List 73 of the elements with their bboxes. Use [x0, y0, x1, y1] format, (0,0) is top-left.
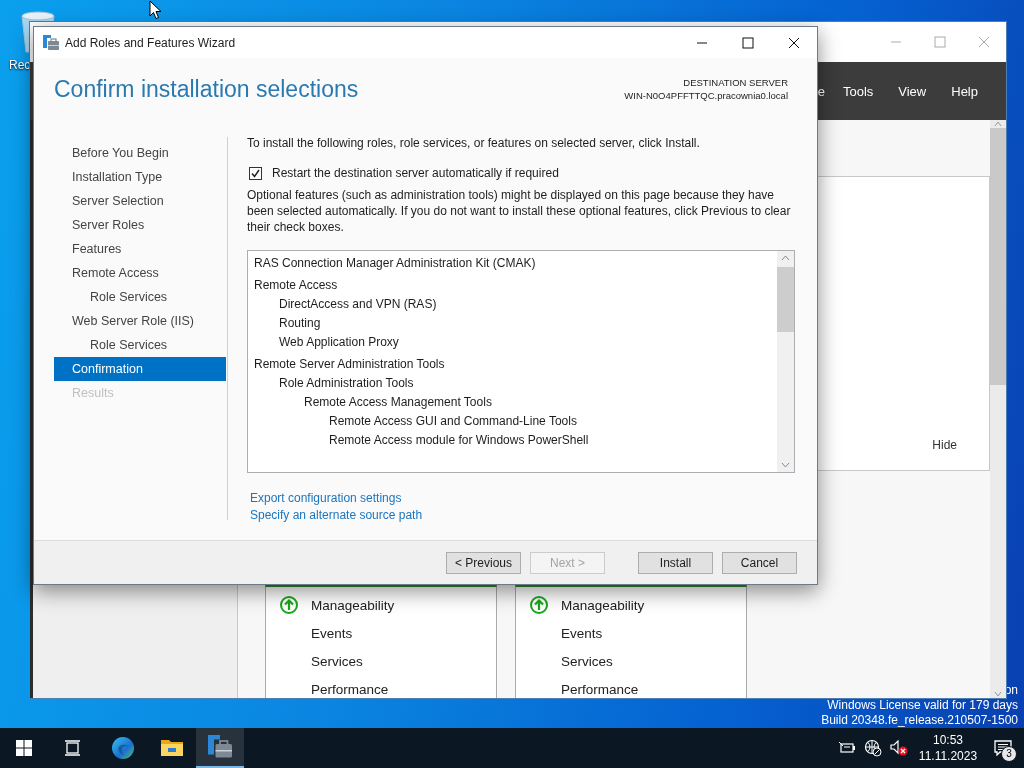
globe-icon[interactable] — [864, 739, 882, 757]
taskbar-button[interactable] — [196, 728, 244, 768]
wizard-step[interactable]: Remote Access — [54, 261, 226, 285]
maximize-icon — [934, 36, 946, 48]
status-item[interactable]: Performance — [311, 681, 389, 697]
scroll-up-icon — [994, 120, 1002, 128]
clock[interactable]: 10:53 11.11.2023 — [916, 732, 980, 764]
selection-item: Remote Access GUI and Command-Line Tools — [328, 413, 578, 430]
selection-item: Web Application Proxy — [278, 334, 400, 351]
wizard-button[interactable]: Install — [638, 551, 713, 574]
checkbox[interactable] — [249, 166, 262, 180]
speaker-muted-icon[interactable] — [890, 740, 908, 756]
selection-item: Routing — [278, 315, 322, 332]
wizard-step[interactable]: Role Services — [54, 285, 226, 309]
destination-server: WIN-N0O4PFFTTQC.pracownia0.local — [624, 89, 788, 102]
icon-label: Rec — [9, 58, 31, 72]
wizard-step[interactable]: Before You Begin — [54, 141, 226, 165]
wizard-step[interactable]: Confirmation — [54, 357, 226, 381]
instruction-text: To install the following roles, role services, or features on selected server, click Install. — [247, 135, 701, 151]
maximize-icon[interactable] — [742, 36, 754, 49]
note-text: Optional features (such as administration tools) might be displayed on this page because they have been selected automatically. If you do not want to install these optional features, click Previous to clear their check boxes. — [247, 187, 792, 235]
selection-item: Remote Access — [254, 277, 339, 294]
menu-item[interactable]: Help — [951, 83, 978, 99]
scroll-down-icon — [781, 462, 790, 468]
wizard-step[interactable]: Server Selection — [54, 189, 226, 213]
selection-item: Role Administration Tools — [278, 375, 415, 392]
wizard-button[interactable]: Cancel — [722, 551, 797, 574]
wizard-step[interactable]: Web Server Role (IIS) — [54, 309, 226, 333]
status-item[interactable]: Events — [311, 625, 353, 641]
window-title: Add Roles and Features Wizard — [65, 35, 237, 50]
selection-item: DirectAccess and VPN (RAS) — [278, 296, 438, 313]
menu-item[interactable]: e — [817, 83, 825, 99]
menu-item[interactable]: View — [898, 83, 927, 99]
wizard-button[interactable]: < Previous — [446, 551, 521, 574]
link[interactable]: Specify an alternate source path — [250, 507, 795, 524]
selection-item: Remote Access module for Windows PowerShell — [328, 432, 590, 449]
mouse-pointer-icon — [149, 0, 162, 20]
status-item[interactable]: Events — [561, 625, 603, 641]
notification-badge: 3 — [1001, 746, 1017, 762]
close-icon[interactable] — [788, 36, 800, 49]
folder-icon[interactable] — [160, 738, 184, 758]
notification-icon[interactable] — [994, 740, 1012, 756]
close-icon — [978, 36, 990, 48]
system-info-text: Build 20348.fe_release.210507-1500 — [821, 713, 1018, 728]
selection-item: Remote Access Management Tools — [303, 394, 493, 411]
status-item[interactable]: Manageability — [561, 597, 645, 613]
server-toolbox-icon[interactable] — [208, 735, 232, 759]
browser-icon[interactable] — [111, 736, 135, 760]
system-info-text: Windows License valid for 179 days — [827, 698, 1018, 713]
link[interactable]: Export configuration settings — [250, 490, 795, 507]
scrollbar[interactable] — [777, 251, 794, 472]
wizard-step[interactable]: Features — [54, 237, 226, 261]
wizard-step[interactable]: Installation Type — [54, 165, 226, 189]
wizard-step[interactable]: Server Roles — [54, 213, 226, 237]
status-item[interactable]: Manageability — [311, 597, 395, 613]
task-view-icon[interactable] — [64, 740, 82, 756]
wizard-step[interactable]: Role Services — [54, 333, 226, 357]
server-toolbox-icon — [43, 34, 59, 51]
status-item[interactable]: Services — [561, 653, 613, 669]
hide-link[interactable]: Hide — [932, 438, 957, 452]
page-heading: Confirm installation selections — [54, 75, 359, 103]
selection-item: RAS Connection Manager Administration Kit (CMAK) — [254, 255, 537, 272]
status-item[interactable]: Services — [311, 653, 363, 669]
check-icon — [251, 168, 260, 178]
menu-item[interactable]: Tools — [842, 83, 874, 99]
scrollbar[interactable] — [990, 120, 1006, 698]
scroll-up-icon — [781, 255, 790, 261]
checkbox-label[interactable]: Restart the destination server automatically if required — [272, 166, 559, 180]
status-item[interactable]: Performance — [561, 681, 639, 697]
selection-item: Remote Server Administration Tools — [254, 356, 446, 373]
scroll-down-icon — [994, 690, 1002, 698]
destination-label: DESTINATION SERVER — [683, 76, 788, 89]
battery-icon[interactable] — [838, 741, 856, 755]
